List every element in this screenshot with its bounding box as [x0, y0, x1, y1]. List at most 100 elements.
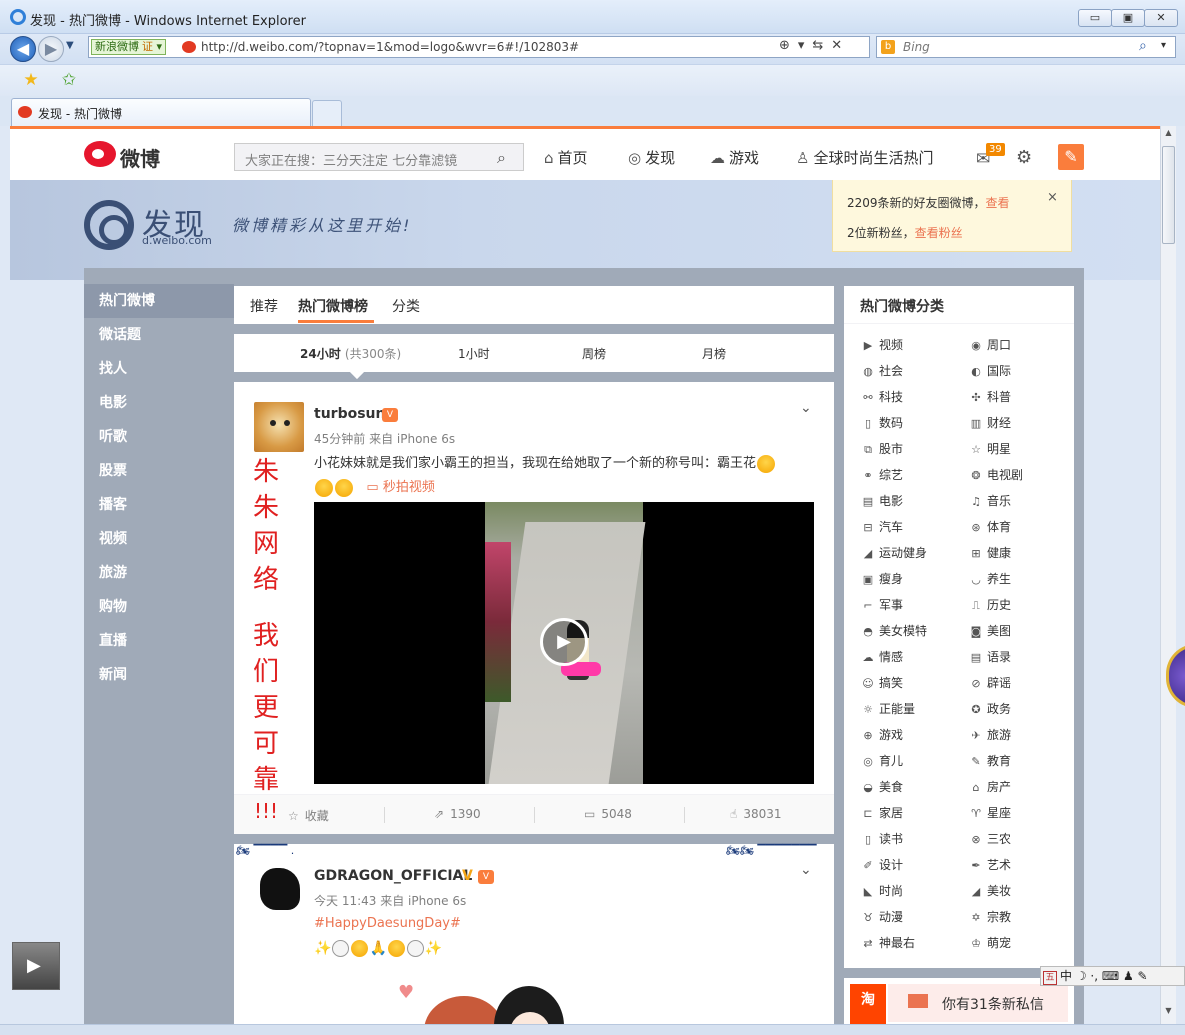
left-nav-travel[interactable]: 旅游: [84, 556, 234, 590]
search-icon[interactable]: ⌕: [1139, 38, 1147, 54]
message-popup[interactable]: 你有31条新私信: [888, 984, 1068, 1022]
new-tab-button[interactable]: [312, 100, 342, 126]
left-nav-live[interactable]: 直播: [84, 624, 234, 658]
category-item[interactable]: ⊞ 健康: [968, 540, 1068, 566]
category-item[interactable]: ◢ 运动健身: [860, 540, 960, 566]
search-options-icon[interactable]: ▾: [1161, 40, 1166, 51]
tab-recommend[interactable]: 推荐: [250, 296, 278, 316]
view-fans-link[interactable]: 查看粉丝: [915, 226, 963, 240]
category-item[interactable]: ✎ 教育: [968, 748, 1068, 774]
category-item[interactable]: ✐ 设计: [860, 852, 960, 878]
category-item[interactable]: ⊗ 三农: [968, 826, 1068, 852]
category-item[interactable]: ⊘ 辟谣: [968, 670, 1068, 696]
category-item[interactable]: ⊕ 游戏: [860, 722, 960, 748]
chevron-down-icon[interactable]: ⌄: [800, 862, 812, 878]
nav-home[interactable]: ⌂ 首页: [544, 147, 588, 168]
post-username[interactable]: turbosun: [314, 406, 385, 422]
rank-tab-24h[interactable]: 24小时 (共300条): [300, 345, 401, 362]
scroll-down-icon[interactable]: ▼: [1162, 1006, 1175, 1020]
category-item[interactable]: ⊏ 家居: [860, 800, 960, 826]
history-dropdown-icon[interactable]: ▼: [66, 40, 74, 51]
category-item[interactable]: ▶ 视频: [860, 332, 960, 358]
vertical-scrollbar[interactable]: ▲ ▼: [1160, 126, 1176, 1024]
compose-button[interactable]: ✎: [1058, 144, 1084, 170]
weibo-logo-icon[interactable]: [84, 141, 116, 167]
category-item[interactable]: ☆ 明星: [968, 436, 1068, 462]
category-item[interactable]: ⚯ 科技: [860, 384, 960, 410]
category-item[interactable]: ▥ 财经: [968, 410, 1068, 436]
view-link[interactable]: 查看: [986, 196, 1010, 210]
category-item[interactable]: ☺ 搞笑: [860, 670, 960, 696]
category-item[interactable]: ◡ 养生: [968, 566, 1068, 592]
category-item[interactable]: ✪ 政务: [968, 696, 1068, 722]
play-icon[interactable]: ▶: [540, 618, 588, 666]
category-item[interactable]: ♉ 动漫: [860, 904, 960, 930]
category-item[interactable]: ◣ 时尚: [860, 878, 960, 904]
collect-button[interactable]: ☆ 收藏: [288, 807, 329, 824]
nav-user[interactable]: ♙ 全球时尚生活热门: [796, 147, 933, 168]
left-nav-movie[interactable]: 电影: [84, 386, 234, 420]
rank-tab-month[interactable]: 月榜: [702, 345, 726, 362]
scroll-thumb[interactable]: [1162, 146, 1175, 244]
address-bar[interactable]: 新浪微博证 ▾ http://d.weibo.com/?topnav=1&mod…: [88, 36, 870, 58]
taobao-tile[interactable]: 淘: [850, 984, 886, 1024]
left-nav-podcast[interactable]: 播客: [84, 488, 234, 522]
category-item[interactable]: ♈ 星座: [968, 800, 1068, 826]
category-item[interactable]: ▤ 电影: [860, 488, 960, 514]
category-item[interactable]: ⌐ 军事: [860, 592, 960, 618]
video-link[interactable]: 秒拍视频: [383, 480, 435, 495]
category-item[interactable]: ◐ 国际: [968, 358, 1068, 384]
left-nav-music[interactable]: 听歌: [84, 420, 234, 454]
left-nav-hot[interactable]: 热门微博: [84, 284, 234, 318]
category-item[interactable]: ▣ 瘦身: [860, 566, 960, 592]
nav-game[interactable]: ☁ 游戏: [710, 147, 759, 168]
hashtag-link[interactable]: #HappyDaesungDay#: [314, 916, 461, 931]
category-item[interactable]: ▯ 数码: [860, 410, 960, 436]
category-item[interactable]: ◉ 周口: [968, 332, 1068, 358]
avatar[interactable]: [254, 402, 304, 452]
back-button[interactable]: ◀: [10, 36, 36, 62]
left-nav-topic[interactable]: 微话题: [84, 318, 234, 352]
tab-hot-ranking[interactable]: 热门微博榜: [298, 296, 368, 316]
favorites-star-icon[interactable]: ★: [20, 70, 42, 90]
address-actions-icons[interactable]: ⊕▾⇆✕: [779, 38, 850, 53]
rank-tab-week[interactable]: 周榜: [582, 345, 606, 362]
category-item[interactable]: ❂ 电视剧: [968, 462, 1068, 488]
like-button[interactable]: ☝ 38031: [730, 807, 782, 821]
left-nav-shopping[interactable]: 购物: [84, 590, 234, 624]
category-item[interactable]: ⊟ 汽车: [860, 514, 960, 540]
category-item[interactable]: ⚭ 综艺: [860, 462, 960, 488]
category-item[interactable]: ☼ 正能量: [860, 696, 960, 722]
video-player[interactable]: ▶: [314, 502, 814, 784]
category-item[interactable]: ⇄ 神最右: [860, 930, 960, 956]
category-item[interactable]: ✡ 宗教: [968, 904, 1068, 930]
comment-button[interactable]: ▭ 5048: [584, 807, 632, 821]
post-username[interactable]: GDRAGON_OFFICIAL: [314, 868, 472, 884]
rank-tab-1h[interactable]: 1小时: [458, 345, 490, 362]
category-item[interactable]: ⊛ 体育: [968, 514, 1068, 540]
category-item[interactable]: ✒ 艺术: [968, 852, 1068, 878]
minimize-button[interactable]: ▭: [1078, 9, 1112, 27]
category-item[interactable]: ✣ 科普: [968, 384, 1068, 410]
close-window-button[interactable]: ✕: [1144, 9, 1178, 27]
site-identity-tag[interactable]: 新浪微博证 ▾: [91, 39, 167, 55]
left-nav-news[interactable]: 新闻: [84, 658, 234, 692]
floating-video-thumbnail[interactable]: ▶: [12, 942, 60, 990]
category-item[interactable]: ◎ 育儿: [860, 748, 960, 774]
weibo-search-input[interactable]: 大家正在搜：三分天注定 七分靠滤镜 ⌕: [234, 143, 524, 171]
category-item[interactable]: ◢ 美妆: [968, 878, 1068, 904]
category-item[interactable]: ☁ 情感: [860, 644, 960, 670]
add-favorite-icon[interactable]: ✩: [58, 70, 80, 90]
url-text[interactable]: http://d.weibo.com/?topnav=1&mod=logo&wv…: [201, 40, 579, 54]
nav-discover[interactable]: ◎ 发现: [628, 147, 675, 168]
gear-icon[interactable]: ⚙: [1016, 147, 1032, 168]
category-item[interactable]: ◓ 美女模特: [860, 618, 960, 644]
category-item[interactable]: ◍ 社会: [860, 358, 960, 384]
category-item[interactable]: ⌂ 房产: [968, 774, 1068, 800]
category-item[interactable]: ♔ 萌宠: [968, 930, 1068, 956]
weibo-logo-text[interactable]: 微博: [120, 143, 160, 172]
scroll-up-icon[interactable]: ▲: [1162, 128, 1175, 142]
search-icon[interactable]: ⌕: [497, 148, 506, 168]
category-item[interactable]: ♫ 音乐: [968, 488, 1068, 514]
repost-button[interactable]: ⇗ 1390: [434, 807, 481, 821]
